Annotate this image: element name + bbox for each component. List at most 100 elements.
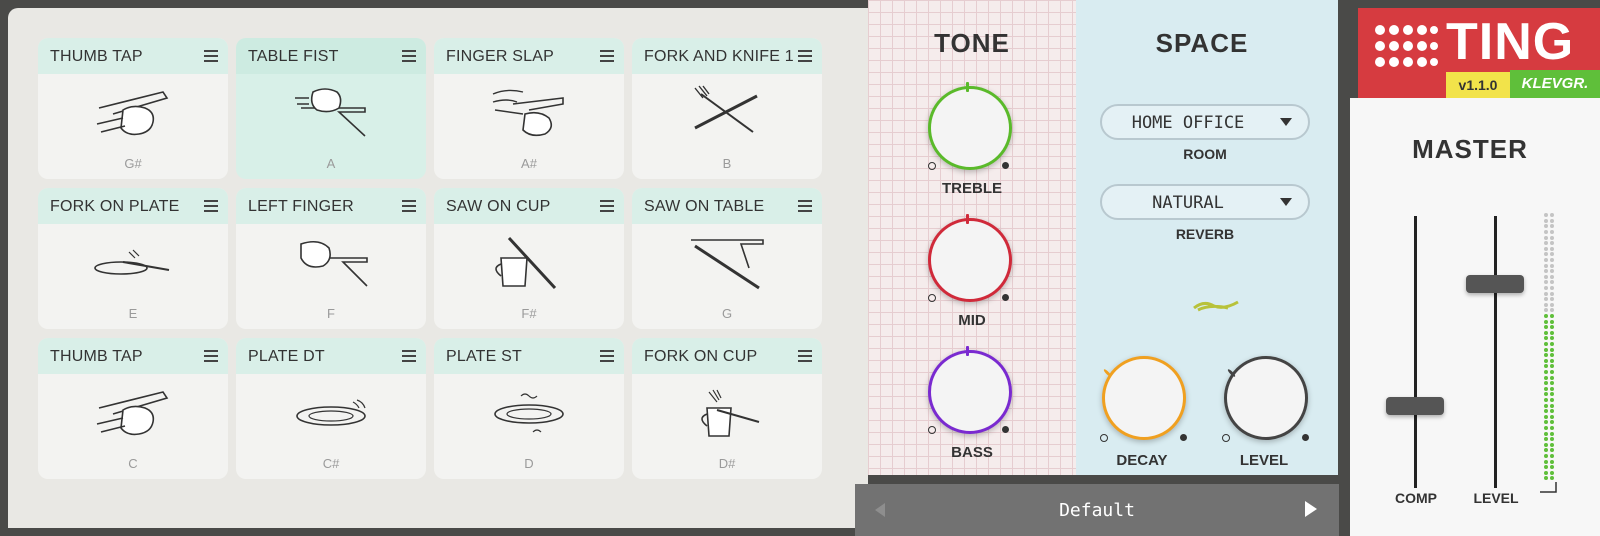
- pad-header: PLATE DT: [236, 338, 426, 374]
- menu-icon[interactable]: [402, 200, 416, 212]
- meter-segment: [1544, 308, 1548, 313]
- meter-segment: [1550, 347, 1554, 352]
- pad-plate-dt[interactable]: PLATE DT C#: [236, 338, 426, 479]
- thumb-tap-icon: [96, 391, 169, 436]
- menu-icon[interactable]: [600, 50, 614, 62]
- next-preset-icon[interactable]: [1303, 500, 1319, 518]
- treble-knob[interactable]: [922, 80, 1022, 180]
- meter-segment: [1544, 364, 1548, 369]
- comp-fader-handle[interactable]: [1386, 397, 1444, 416]
- knob-body: [928, 350, 1012, 434]
- reverb-dropdown[interactable]: NATURAL: [1100, 184, 1310, 220]
- pad-note: F#: [521, 306, 537, 321]
- meter-segment: [1544, 392, 1548, 397]
- menu-icon[interactable]: [204, 200, 218, 212]
- pad-saw-on-cup[interactable]: SAW ON CUP F#: [434, 188, 624, 329]
- meter-segment: [1550, 431, 1554, 436]
- pad-title: PLATE ST: [446, 348, 522, 365]
- meter-segment: [1550, 448, 1554, 453]
- meter-segment: [1550, 218, 1554, 223]
- meter-segment: [1550, 235, 1554, 240]
- preset-name[interactable]: Default: [855, 500, 1339, 521]
- room-dropdown[interactable]: HOME OFFICE: [1100, 104, 1310, 140]
- meter-segment: [1550, 420, 1554, 425]
- bass-knob[interactable]: [922, 344, 1022, 444]
- meter-segment: [1544, 409, 1548, 414]
- comp-fader-track[interactable]: [1414, 216, 1417, 488]
- knob-min-dot: [928, 426, 936, 434]
- pad-title: FORK ON PLATE: [50, 198, 180, 215]
- pad-fork-and-knife-1[interactable]: FORK AND KNIFE 1 B: [632, 38, 822, 179]
- pad-fork-on-plate[interactable]: FORK ON PLATE E: [38, 188, 228, 329]
- meter-segment: [1544, 280, 1548, 285]
- level-knob[interactable]: [1220, 354, 1320, 446]
- knob-body: [928, 218, 1012, 302]
- level-fader-track[interactable]: [1494, 216, 1497, 488]
- plate-icon: [296, 399, 366, 426]
- meter-segment: [1550, 330, 1554, 335]
- pad-header: FORK ON PLATE: [38, 188, 228, 224]
- meter-segment: [1550, 319, 1554, 324]
- pad-finger-slap[interactable]: FINGER SLAP A#: [434, 38, 624, 179]
- meter-bracket: [1540, 482, 1557, 493]
- menu-icon[interactable]: [600, 200, 614, 212]
- level-fader-handle[interactable]: [1466, 275, 1524, 293]
- meter-segment: [1550, 442, 1554, 447]
- meter-segment: [1550, 230, 1554, 234]
- meter-segment: [1544, 426, 1548, 430]
- pad-title: FORK AND KNIFE 1: [644, 48, 794, 65]
- meter-segment: [1544, 291, 1548, 296]
- decay-knob[interactable]: [1098, 354, 1198, 446]
- pad-header: THUMB TAP: [38, 338, 228, 374]
- pad-table-fist[interactable]: TABLE FIST A: [236, 38, 426, 179]
- pad-left-finger[interactable]: LEFT FINGER F: [236, 188, 426, 329]
- knob-indicator: [966, 346, 969, 356]
- meter-segment: [1544, 213, 1548, 218]
- meter-segment: [1550, 398, 1554, 402]
- pad-thumb-tap-2[interactable]: THUMB TAP C: [38, 338, 228, 479]
- tone-section: TONE TREBLE MID BASS: [868, 0, 1076, 475]
- knob-max-dot: [1180, 434, 1187, 441]
- menu-icon[interactable]: [402, 350, 416, 362]
- level-fader-label: LEVEL: [1473, 490, 1519, 506]
- meter-segment: [1550, 465, 1554, 470]
- comp-label: COMP: [1395, 490, 1437, 506]
- pad-title: TABLE FIST: [248, 48, 339, 65]
- meter-segment: [1550, 297, 1554, 302]
- meter-segment: [1544, 274, 1548, 279]
- knob-max-dot: [1002, 426, 1009, 433]
- meter-segment: [1550, 314, 1554, 318]
- menu-icon[interactable]: [798, 200, 812, 212]
- menu-icon[interactable]: [798, 50, 812, 62]
- menu-icon[interactable]: [204, 350, 218, 362]
- ting-logo: TING v1.1.0 KLEVGR.: [1358, 8, 1600, 98]
- pad-title: FINGER SLAP: [446, 48, 555, 65]
- pad-header: SAW ON TABLE: [632, 188, 822, 224]
- menu-icon[interactable]: [402, 50, 416, 62]
- level-meter: [1544, 212, 1556, 482]
- knob-min-dot: [1222, 434, 1230, 442]
- meter-segment: [1550, 274, 1554, 279]
- menu-icon[interactable]: [204, 50, 218, 62]
- meter-segment: [1544, 258, 1548, 262]
- pad-saw-on-table[interactable]: SAW ON TABLE G: [632, 188, 822, 329]
- mid-knob[interactable]: [922, 212, 1022, 312]
- meter-segment: [1550, 302, 1554, 307]
- pad-thumb-tap[interactable]: THUMB TAP G#: [38, 38, 228, 179]
- meter-segment: [1550, 403, 1554, 408]
- pad-plate-st[interactable]: PLATE ST D: [434, 338, 624, 479]
- meter-segment: [1544, 246, 1548, 251]
- meter-segment: [1550, 375, 1554, 380]
- pad-note: G: [721, 306, 733, 321]
- meter-segment: [1544, 454, 1548, 458]
- meter-segment: [1550, 409, 1554, 414]
- menu-icon[interactable]: [798, 350, 812, 362]
- meter-segment: [1544, 319, 1548, 324]
- meter-segment: [1550, 263, 1554, 268]
- meter-segment: [1544, 286, 1548, 290]
- pad-fork-on-cup[interactable]: FORK ON CUP D#: [632, 338, 822, 479]
- menu-icon[interactable]: [600, 350, 614, 362]
- master-title: MASTER: [1412, 134, 1528, 164]
- meter-segment: [1544, 302, 1548, 307]
- meter-segment: [1550, 370, 1554, 374]
